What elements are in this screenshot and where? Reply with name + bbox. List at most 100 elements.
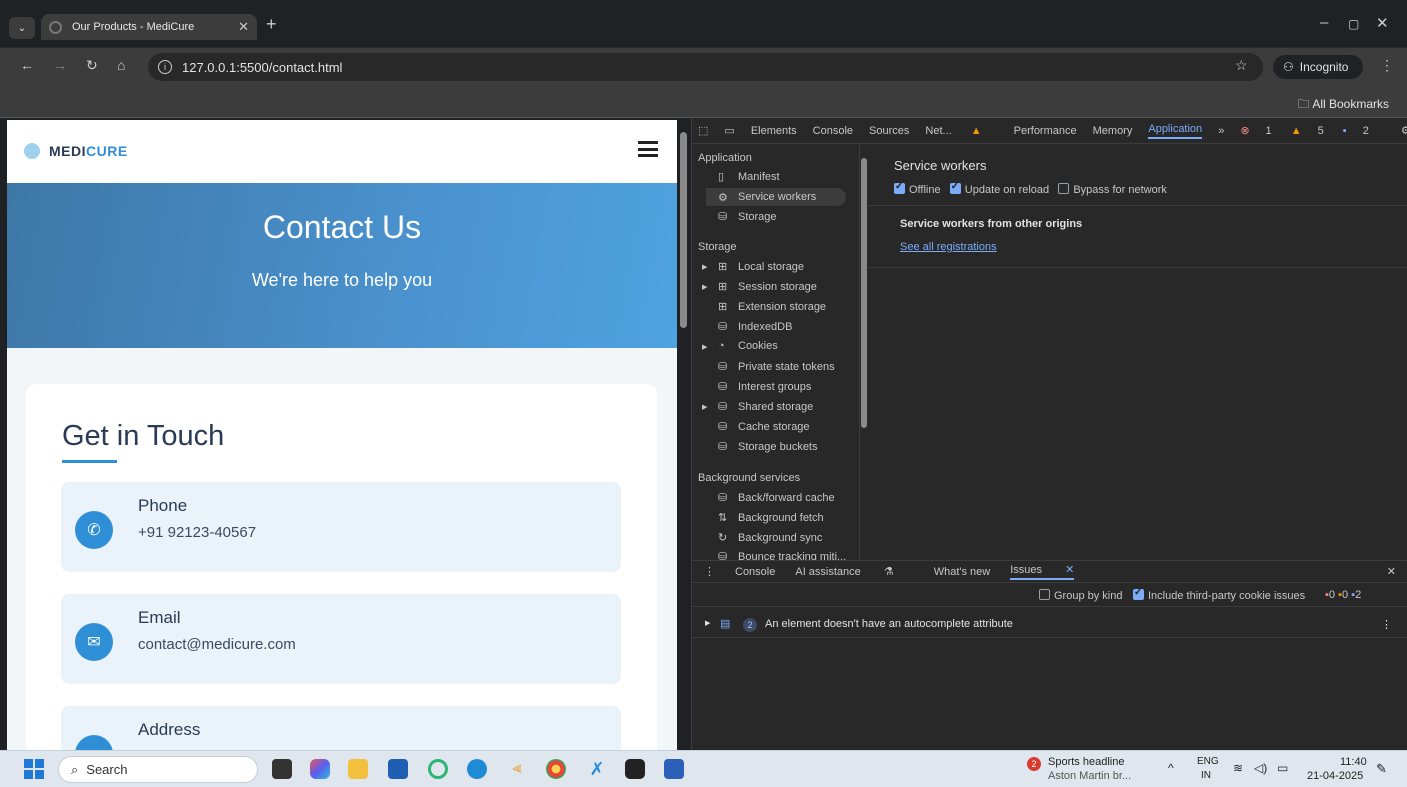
drawer-tab-console[interactable]: Console [735, 566, 775, 578]
scrollbar-thumb[interactable] [680, 132, 687, 328]
tray-chevron-icon[interactable]: ^ [1168, 761, 1174, 775]
page-scrollbar[interactable] [677, 120, 691, 750]
bookmark-star-icon[interactable]: ☆ [1235, 57, 1248, 74]
news-subtitle[interactable]: Aston Martin br... [1048, 770, 1131, 782]
tab-application[interactable]: Application [1148, 123, 1203, 139]
tab-network[interactable]: Net... ▲ [925, 125, 997, 137]
all-bookmarks-button[interactable]: 🗀 All Bookmarks [1298, 95, 1389, 116]
clock-date[interactable]: 21-04-2025 [1307, 770, 1363, 782]
bypass-checkbox[interactable] [1058, 183, 1070, 194]
app-ring-icon[interactable] [428, 759, 448, 779]
home-icon[interactable]: ⌂ [117, 57, 125, 73]
more-tabs-icon[interactable]: » [1218, 125, 1224, 137]
news-title[interactable]: Sports headline [1048, 756, 1124, 768]
tab-memory[interactable]: Memory [1093, 125, 1133, 137]
expand-arrow-icon[interactable]: ▶ [702, 283, 707, 291]
task-view-icon[interactable] [272, 759, 292, 779]
copilot-icon[interactable] [310, 759, 330, 779]
sidebar-item-cookies[interactable]: ◔ Cookies [718, 340, 858, 352]
see-all-registrations-link[interactable]: See all registrations [900, 241, 997, 253]
restore-icon[interactable]: ▢ [1348, 17, 1359, 31]
update-on-reload-checkbox[interactable] [949, 181, 961, 194]
lang-top[interactable]: ENG [1197, 756, 1219, 767]
close-window-icon[interactable]: ✕ [1376, 14, 1389, 32]
sidebar-item-private-state-tokens[interactable]: ⛁ Private state tokens [718, 360, 858, 374]
reload-icon[interactable]: ↻ [86, 57, 98, 74]
tab-elements[interactable]: Elements [751, 125, 797, 137]
issue-menu-icon[interactable]: ⋮ [1381, 618, 1392, 631]
sidebar-item-label: Storage [738, 210, 777, 223]
forward-icon[interactable]: → [53, 57, 67, 73]
store-icon[interactable] [388, 759, 408, 779]
site-logo[interactable]: MEDI CURE [24, 143, 128, 159]
application-sidebar: Application ▯ Manifest ⚙ Service workers ⛁… [692, 145, 860, 560]
sidebar-item-storage-buckets[interactable]: ⛁ Storage buckets [718, 440, 858, 454]
app-icon[interactable]: ⫷ [507, 759, 527, 779]
expand-arrow-icon[interactable]: ▶ [702, 343, 707, 351]
device-toggle-icon[interactable]: ▭ [724, 124, 734, 137]
sidebar-item-background-fetch[interactable]: ⇅ Background fetch [718, 511, 858, 525]
sidebar-item-local-storage[interactable]: ⊞ Local storage [718, 260, 858, 274]
lang-bottom[interactable]: IN [1201, 770, 1211, 781]
incognito-button[interactable]: ⚇ Incognito [1273, 55, 1363, 79]
offline-checkbox[interactable] [894, 181, 905, 194]
sidebar-item-service-workers[interactable]: ⚙ Service workers [706, 188, 846, 206]
windows-start-icon[interactable] [24, 759, 44, 779]
error-count[interactable]: ⊗ 1 ▲ 5 ▪ 2 [1240, 124, 1385, 137]
file-explorer-icon[interactable] [348, 759, 368, 779]
divider [868, 205, 1407, 206]
word-icon[interactable] [664, 759, 684, 779]
expand-arrow-icon[interactable]: ▶ [702, 403, 707, 411]
tab-search-button[interactable]: ⌄ [9, 17, 35, 39]
expand-arrow-icon[interactable]: ▶ [705, 619, 710, 627]
sidebar-scrollbar-thumb[interactable] [861, 158, 867, 428]
sidebar-item-indexeddb[interactable]: ⛁ IndexedDB [718, 320, 858, 334]
notification-icon[interactable]: ✎ [1376, 761, 1387, 777]
issue-badges[interactable]: ▪0 ▪0 ▪2 [1325, 589, 1361, 601]
issue-row[interactable]: ▶ ▤ 2 An element doesn't have an autocom… [692, 612, 1407, 638]
battery-icon[interactable]: ▭ [1277, 761, 1288, 775]
drawer-tab-ai-assistance[interactable]: AI assistance ⚗ [795, 565, 913, 578]
browser-tab[interactable]: Our Products - MediCure ✕ [41, 14, 257, 40]
browser-menu-icon[interactable]: ⋮ [1380, 57, 1394, 74]
vscode-icon[interactable]: ✗ [587, 759, 607, 779]
drawer-tab-whats-new[interactable]: What's new [934, 566, 991, 578]
sidebar-item-shared-storage[interactable]: ⛁ Shared storage [718, 400, 858, 414]
sidebar-item-back-forward-cache[interactable]: ⛁ Back/forward cache [718, 491, 858, 505]
edge-icon[interactable] [467, 759, 487, 779]
sidebar-item-interest-groups[interactable]: ⛁ Interest groups [718, 380, 858, 394]
chrome-icon[interactable] [546, 759, 566, 779]
drawer-tab-issues[interactable]: Issues ✕ [1010, 563, 1075, 580]
tab-performance[interactable]: Performance [1014, 125, 1077, 137]
settings-icon[interactable]: ⚙ [1401, 124, 1407, 137]
expand-arrow-icon[interactable]: ▶ [702, 263, 707, 271]
sidebar-item-extension-storage[interactable]: ⊞ Extension storage [718, 300, 858, 314]
close-tab-icon[interactable]: ✕ [238, 19, 249, 35]
close-drawer-icon[interactable]: ✕ [1387, 565, 1396, 578]
back-icon[interactable]: ← [20, 57, 34, 73]
site-info-icon[interactable]: i [158, 60, 172, 74]
volume-icon[interactable]: ◁) [1254, 761, 1267, 775]
address-bar[interactable]: i 127.0.0.1:5500/contact.html [148, 53, 1263, 81]
sidebar-item-background-sync[interactable]: ↻ Background sync [718, 531, 858, 545]
inspect-icon[interactable]: ⬚ [698, 124, 708, 137]
wifi-icon[interactable]: ≋ [1233, 761, 1243, 775]
new-tab-button[interactable]: + [266, 14, 277, 35]
tab-sources[interactable]: Sources [869, 125, 909, 137]
group-by-kind-checkbox[interactable] [1039, 589, 1050, 600]
minimize-icon[interactable]: – [1320, 14, 1328, 31]
tab-console[interactable]: Console [813, 125, 853, 137]
sidebar-scrollbar[interactable] [860, 148, 868, 558]
sidebar-item-bounce-tracking[interactable]: ⛁ Bounce tracking miti... [718, 550, 858, 561]
sidebar-item-manifest[interactable]: ▯ Manifest [718, 170, 858, 184]
terminal-icon[interactable] [625, 759, 645, 779]
drawer-menu-icon[interactable]: ⋮ [704, 565, 715, 578]
sidebar-item-session-storage[interactable]: ⊞ Session storage [718, 280, 858, 294]
sidebar-item-storage[interactable]: ⛁ Storage [718, 210, 858, 224]
third-party-checkbox[interactable] [1133, 587, 1144, 600]
sidebar-item-cache-storage[interactable]: ⛁ Cache storage [718, 420, 858, 434]
taskbar-search[interactable]: ⌕ Search [58, 756, 258, 783]
hamburger-menu-icon[interactable] [638, 141, 658, 157]
clock-time[interactable]: 11:40 [1340, 756, 1367, 768]
group-by-kind-label: Group by kind [1054, 590, 1123, 602]
